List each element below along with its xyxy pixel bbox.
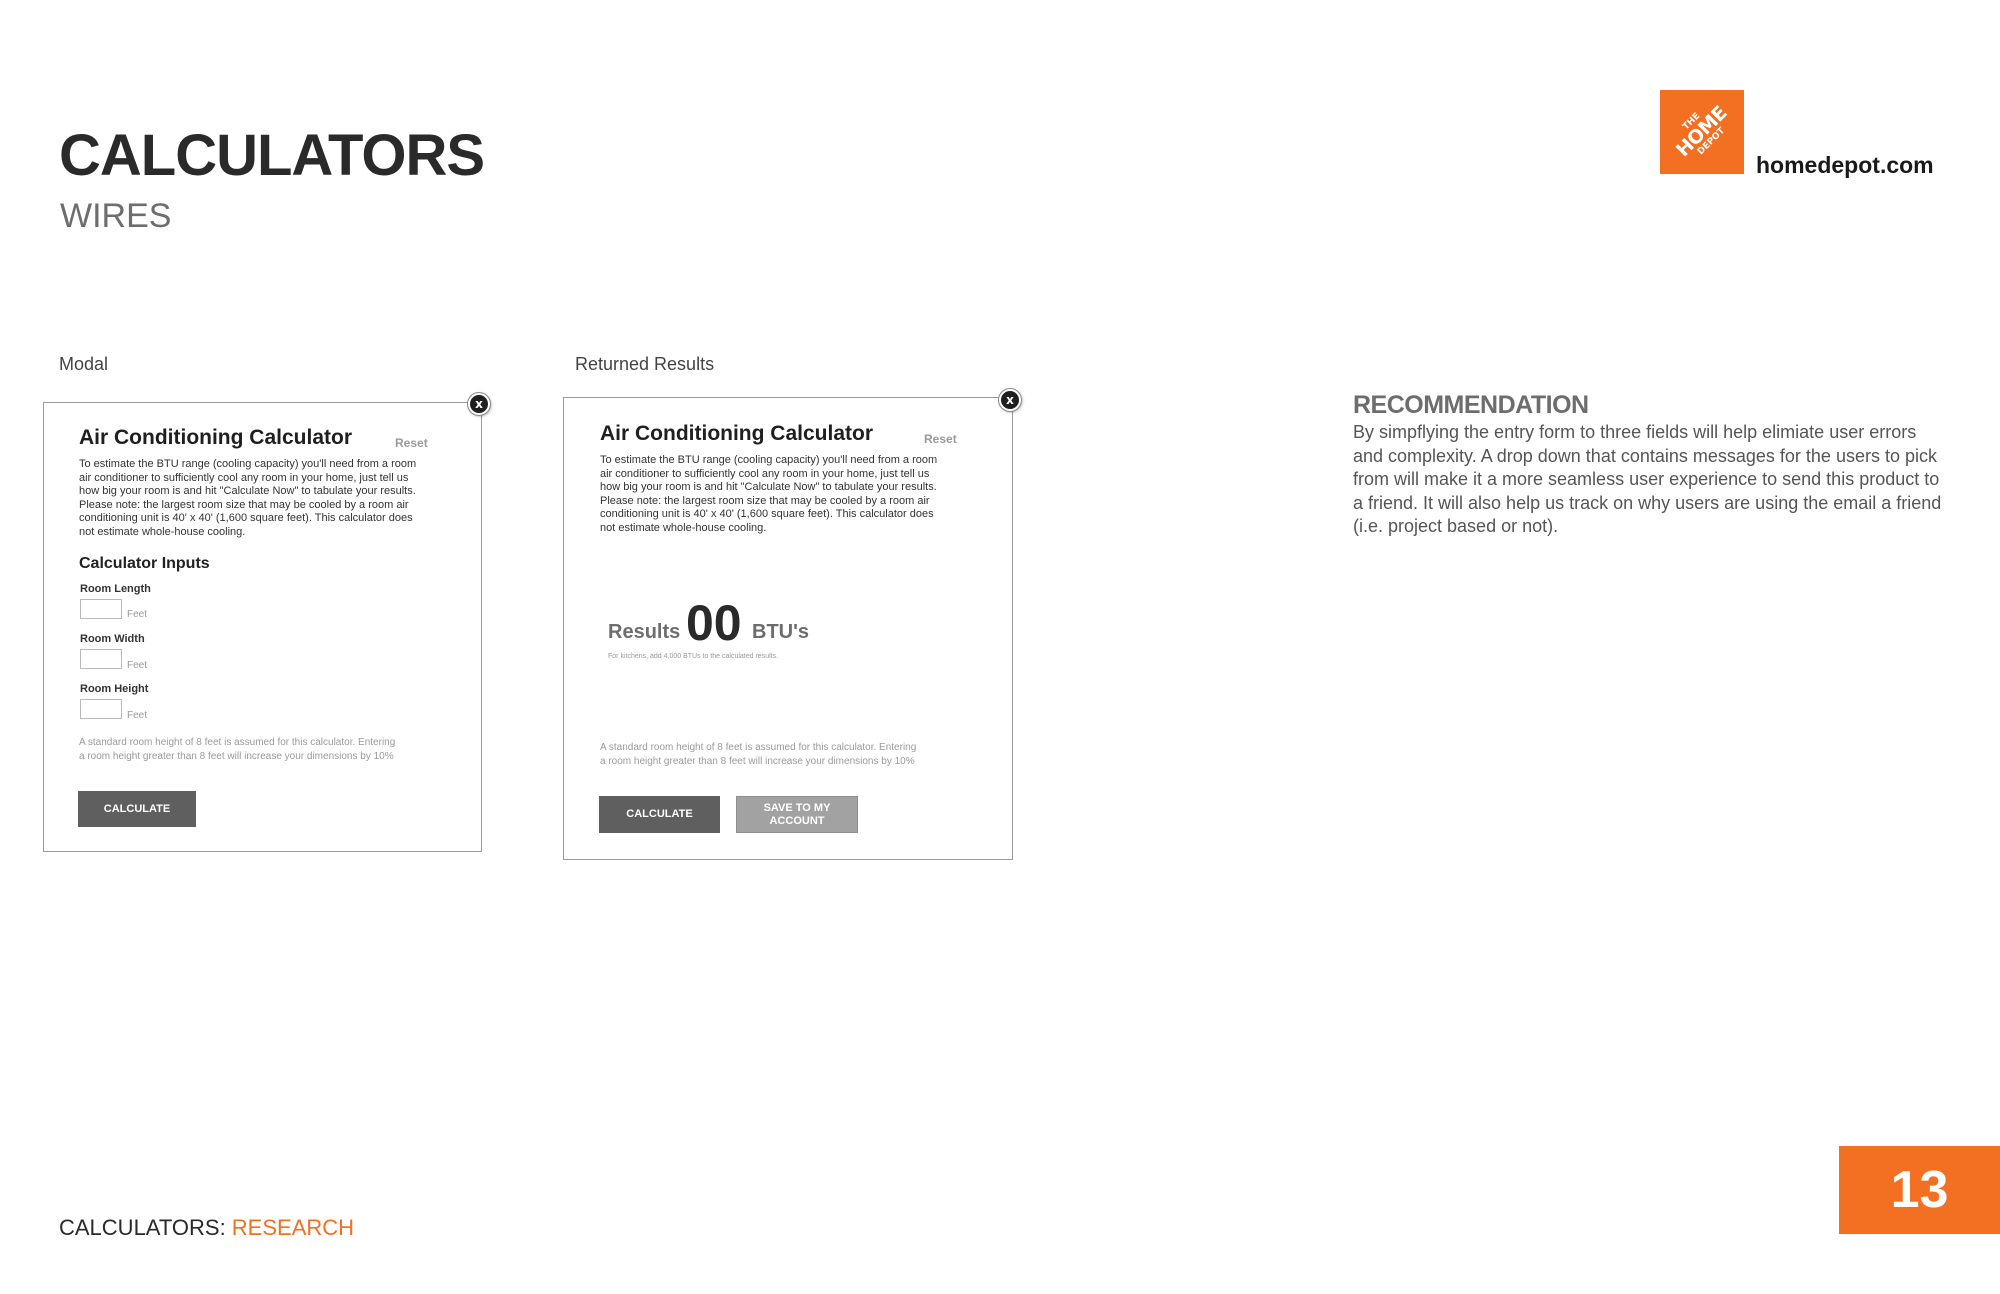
modal-caption: Modal — [59, 354, 109, 374]
room-height-unit: Feet — [127, 710, 148, 721]
room-width-unit: Feet — [127, 660, 148, 671]
logo-domain: homedepot.com — [1756, 152, 1934, 178]
room-height-input[interactable] — [80, 699, 122, 719]
recommendation-heading: RECOMMENDATION — [1353, 391, 1589, 419]
calculator-modal: Air Conditioning Calculator Reset To est… — [43, 402, 482, 852]
results-calculate-button[interactable]: CALCULATE — [599, 796, 720, 833]
modal-description: To estimate the BTU range (cooling capac… — [79, 458, 417, 538]
modal-title: Air Conditioning Calculator — [79, 426, 352, 449]
page-number-badge: 13 — [1839, 1146, 2000, 1234]
room-width-input[interactable] — [80, 649, 122, 669]
room-length-label: Room Length — [80, 583, 151, 595]
recommendation-body: By simpflying the entry form to three fi… — [1353, 422, 1942, 536]
room-height-note: A standard room height of 8 feet is assu… — [79, 737, 396, 762]
inputs-heading: Calculator Inputs — [79, 555, 210, 572]
page-number: 13 — [1890, 1161, 1949, 1219]
footer-section-label: CALCULATORS: RESEARCH — [59, 1215, 355, 1240]
results-value: 00 — [686, 595, 742, 651]
results-label: Results — [608, 621, 681, 643]
results-unit: BTU's — [752, 621, 809, 643]
reset-link[interactable]: Reset — [395, 436, 428, 450]
results-modal-title: Air Conditioning Calculator — [600, 422, 873, 445]
close-icon[interactable]: x — [468, 393, 490, 415]
results-room-height-note: A standard room height of 8 feet is assu… — [600, 742, 917, 767]
results-modal: Air Conditioning Calculator Reset To est… — [563, 397, 1013, 860]
home-depot-logo-icon: THE HOME DEPOT — [1660, 90, 1744, 174]
results-caption: Returned Results — [575, 354, 715, 374]
page-subtitle: WIRES — [60, 197, 172, 235]
calculate-button[interactable]: CALCULATE — [78, 791, 196, 827]
page-title: CALCULATORS — [59, 123, 485, 188]
room-height-label: Room Height — [80, 683, 149, 695]
room-width-label: Room Width — [80, 633, 145, 645]
results-modal-description: To estimate the BTU range (cooling capac… — [600, 454, 938, 534]
results-reset-link[interactable]: Reset — [924, 432, 957, 446]
room-length-unit: Feet — [127, 609, 148, 620]
results-close-icon[interactable]: x — [999, 389, 1021, 411]
results-kitchen-note: For kitchens, add 4,000 BTUs to the calc… — [608, 653, 779, 660]
save-to-account-button[interactable]: SAVE TO MY ACCOUNT — [736, 796, 858, 833]
room-length-input[interactable] — [80, 599, 122, 619]
